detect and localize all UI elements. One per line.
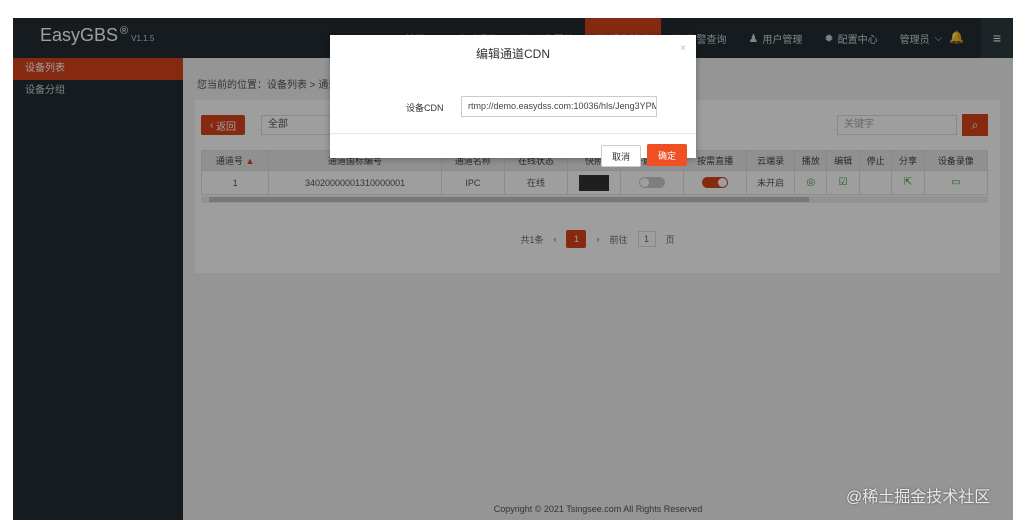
dialog-divider [330,133,696,134]
app-window: EasyGBS®V1.1.5 ●首页 ●实时预览 ▣录像回放 ▤设备管理 ▥告警… [13,18,1013,520]
cdn-field-label: 设备CDN [406,103,444,113]
confirm-button[interactable]: 确定 [647,144,687,166]
watermark: @稀土掘金技术社区 [846,489,991,506]
cdn-url-input[interactable]: rtmp://demo.easydss.com:10036/hls/Jeng3Y… [461,96,657,117]
cancel-button[interactable]: 取消 [601,145,641,167]
dialog-title: 编辑通道CDN [476,47,550,61]
close-icon[interactable]: × [680,43,686,54]
edit-cdn-dialog: 编辑通道CDN × 设备CDN rtmp://demo.easydss.com:… [330,35,696,167]
